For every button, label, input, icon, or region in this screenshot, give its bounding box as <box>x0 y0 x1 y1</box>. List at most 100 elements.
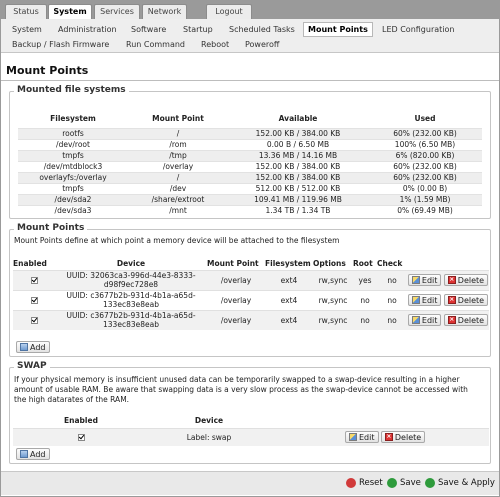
mount-point-cell: /rom <box>128 138 228 150</box>
table-row: rootfs/152.00 KB / 384.00 KB 60% (232.00 … <box>18 127 482 139</box>
add-swap-button[interactable]: Add <box>16 448 50 460</box>
device-line-2: d98f9ec728e8 <box>103 280 159 289</box>
device-line-1: UUID: c3677b2b-931d-4b1a-a65d- <box>66 311 196 321</box>
tab-logout[interactable]: Logout <box>206 4 252 19</box>
table-row: UUID: 32063ca3-996d-44e3-8333- d98f9ec728… <box>13 269 489 290</box>
edit-label: Edit <box>421 295 438 305</box>
used-cell: 0% (0.00 B) <box>368 182 482 194</box>
filesystem-cell: /dev/root <box>18 138 128 150</box>
filesystem-cell: tmpfs <box>18 182 128 194</box>
filesystem-cell: ext4 <box>265 309 313 330</box>
root-cell: yes <box>353 269 377 290</box>
subtab-backup-flash[interactable]: Backup / Flash Firmware <box>12 37 109 52</box>
filesystem-cell: ext4 <box>265 289 313 310</box>
edit-button[interactable]: Edit <box>407 274 442 286</box>
delete-button[interactable]: × Delete <box>443 314 489 327</box>
col-used: Used <box>414 114 436 124</box>
save-apply-button[interactable]: Save & Apply <box>425 478 495 488</box>
tab-network[interactable]: Network <box>142 4 187 19</box>
available-cell: 152.00 KB / 384.00 KB <box>228 171 368 183</box>
subtab-run-command[interactable]: Run Command <box>126 37 185 52</box>
filesystem-cell: ext4 <box>265 269 313 290</box>
mount-points-section: Mount Points Mount Points define at whic… <box>9 223 491 357</box>
mount-point-cell: /overlay <box>207 269 265 290</box>
reset-button[interactable]: Reset <box>346 478 383 488</box>
delete-label: Delete <box>457 275 485 285</box>
save-button[interactable]: Save <box>387 478 421 488</box>
swap-device-cell: Label: swap <box>149 427 269 446</box>
col-available: Available <box>278 114 318 124</box>
root-cell: no <box>353 289 377 310</box>
options-cell: rw,sync <box>313 289 353 310</box>
mount-points-description: Mount Points define at which point a mem… <box>14 236 340 245</box>
tab-services[interactable]: Services <box>94 4 140 19</box>
col-filesystem: Filesystem <box>265 259 311 269</box>
col-filesystem: Filesystem <box>50 114 96 124</box>
col-enabled: Enabled <box>13 259 47 269</box>
swap-enabled-checkbox[interactable] <box>77 434 85 442</box>
edit-label: Edit <box>421 315 438 325</box>
swap-description-line-3: the high datarates of the RAM. <box>14 395 130 404</box>
used-cell: 6% (820.00 KB) <box>368 149 482 161</box>
subtab-scheduled-tasks[interactable]: Scheduled Tasks <box>229 22 295 37</box>
check-cell: no <box>377 269 407 290</box>
subtab-mount-points[interactable]: Mount Points <box>303 22 373 37</box>
tab-status[interactable]: Status <box>5 4 47 19</box>
edit-icon <box>411 316 420 325</box>
col-options: Options <box>313 259 346 269</box>
tab-system[interactable]: System <box>48 4 92 19</box>
subtab-system[interactable]: System <box>12 22 42 37</box>
subtab-reboot[interactable]: Reboot <box>201 37 229 52</box>
device-line-1: UUID: c3677b2b-931d-4b1a-a65d- <box>66 291 196 300</box>
swap-description-line-2: amount of usable RAM. Be aware that swap… <box>14 385 468 394</box>
edit-label: Edit <box>359 432 375 442</box>
device-cell: UUID: c3677b2b-931d-4b1a-a65d- 133ec83e8e… <box>55 309 207 330</box>
enabled-checkbox[interactable] <box>30 317 38 325</box>
edit-button[interactable]: Edit <box>407 294 442 306</box>
swap-edit-button[interactable]: Edit <box>345 431 379 444</box>
available-cell: 152.00 KB / 384.00 KB <box>228 160 368 172</box>
subtab-administration[interactable]: Administration <box>58 22 117 37</box>
table-row: tmpfs/dev 512.00 KB / 512.00 KB 0% (0.00 B… <box>18 182 482 194</box>
mount-point-cell: /mnt <box>128 204 228 216</box>
table-row: UUID: c3677b2b-931d-4b1a-a65d- 133ec83e8e… <box>13 289 489 310</box>
swap-description-line-1: If your physical memory is insufficient … <box>14 375 460 384</box>
col-mount-point: Mount Point <box>152 114 204 124</box>
edit-icon <box>349 433 357 442</box>
delete-button[interactable]: × Delete <box>443 274 489 286</box>
form-actions: Reset Save Save & Apply <box>1 471 499 495</box>
add-mount-point-button[interactable]: Add <box>16 341 50 353</box>
page-header: Mount Points <box>1 59 499 81</box>
delete-icon: × <box>384 433 393 442</box>
subtab-led-configuration[interactable]: LED Configuration <box>382 22 454 37</box>
mounted-filesystems-section: Mounted file systems Filesystem Mount Po… <box>9 85 491 219</box>
root-cell: no <box>353 309 377 330</box>
table-row: tmpfs/tmp 13.36 MB / 14.16 MB 6% (820.00 K… <box>18 149 482 161</box>
enabled-checkbox[interactable] <box>30 297 38 304</box>
subtab-software[interactable]: Software <box>131 22 166 37</box>
save-apply-icon <box>425 478 435 488</box>
subtab-startup[interactable]: Startup <box>183 22 213 37</box>
subtab-poweroff[interactable]: Poweroff <box>245 37 279 52</box>
device-line-2: 133ec83e8eab <box>103 320 159 330</box>
save-apply-label: Save & Apply <box>438 478 495 488</box>
delete-button[interactable]: × Delete <box>443 294 489 306</box>
edit-button[interactable]: Edit <box>407 314 442 327</box>
used-cell: 60% (232.00 KB) <box>368 160 482 172</box>
used-cell: 60% (232.00 KB) <box>368 171 482 183</box>
device-cell: UUID: c3677b2b-931d-4b1a-a65d- 133ec83e8e… <box>55 289 207 310</box>
swap-legend: SWAP <box>14 361 50 371</box>
col-root: Root <box>353 259 373 269</box>
add-label: Add <box>30 342 46 352</box>
col-device: Device <box>194 416 224 426</box>
mount-point-cell: / <box>128 127 228 139</box>
edit-icon <box>411 276 420 284</box>
table-row: /dev/root/rom 0.00 B / 6.50 MB 100% (6.50 … <box>18 138 482 150</box>
available-cell: 109.41 MB / 119.96 MB <box>228 193 368 205</box>
check-cell: no <box>377 309 407 330</box>
swap-delete-button[interactable]: × Delete <box>380 431 426 444</box>
mount-point-cell: / <box>128 171 228 183</box>
add-icon <box>20 343 28 351</box>
filesystem-cell: tmpfs <box>18 149 128 161</box>
enabled-checkbox[interactable] <box>30 277 38 284</box>
